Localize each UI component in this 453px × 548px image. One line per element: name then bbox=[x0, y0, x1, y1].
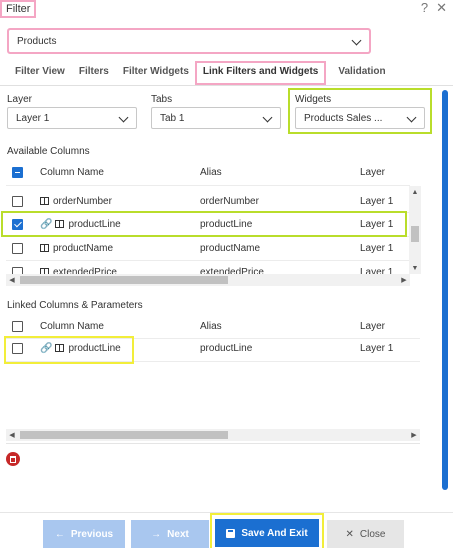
vertical-scrollbar[interactable]: ▲ ▼ bbox=[409, 186, 421, 274]
layer-header: Layer bbox=[360, 166, 386, 178]
tab-link-filters-and-widgets[interactable]: Link Filters and Widgets bbox=[194, 61, 327, 85]
alias-header: Alias bbox=[200, 166, 222, 178]
column-icon bbox=[40, 197, 49, 205]
chevron-down-icon bbox=[119, 114, 128, 123]
scroll-thumb[interactable] bbox=[20, 276, 228, 284]
tabs-select[interactable]: Tab 1 bbox=[151, 107, 281, 129]
column-layer: Layer 1 bbox=[360, 242, 394, 254]
linked-columns-grid: Column Name Alias Layer 🔗 productLine pro… bbox=[6, 314, 420, 444]
layer-header: Layer bbox=[360, 320, 386, 332]
filter-select[interactable]: Products bbox=[7, 28, 371, 54]
window-title: Filter bbox=[0, 0, 37, 18]
arrow-right-icon: → bbox=[151, 528, 162, 540]
horizontal-scrollbar[interactable]: ◀ ▶ bbox=[6, 429, 420, 441]
layer-select-value: Layer 1 bbox=[16, 112, 50, 124]
tabs-divider bbox=[0, 85, 453, 86]
close-button[interactable]: ✕ Close bbox=[327, 520, 404, 548]
widgets-select[interactable]: Products Sales ... bbox=[295, 107, 425, 129]
close-icon: ✕ bbox=[345, 528, 354, 540]
horizontal-scrollbar[interactable]: ◀ ▶ bbox=[6, 274, 410, 286]
linked-grid-border bbox=[6, 443, 420, 444]
column-layer: Layer 1 bbox=[360, 342, 394, 354]
available-columns-title: Available Columns bbox=[7, 146, 90, 157]
arrow-left-icon: ← bbox=[54, 528, 65, 540]
column-name-header: Column Name bbox=[40, 320, 104, 332]
column-name-header: Column Name bbox=[40, 166, 104, 178]
scroll-down-icon[interactable]: ▼ bbox=[409, 262, 421, 274]
widgets-label: Widgets bbox=[295, 94, 332, 105]
layer-label: Layer bbox=[7, 94, 33, 105]
close-label: Close bbox=[359, 528, 386, 540]
scroll-right-icon[interactable]: ▶ bbox=[408, 429, 420, 441]
chevron-down-icon bbox=[263, 114, 272, 123]
chevron-down-icon bbox=[352, 37, 361, 46]
scroll-left-icon[interactable]: ◀ bbox=[6, 429, 18, 441]
tab-validation[interactable]: Validation bbox=[331, 62, 392, 84]
tab-filter-widgets[interactable]: Filter Widgets bbox=[116, 62, 196, 84]
column-layer: Layer 1 bbox=[360, 195, 394, 207]
alias-header: Alias bbox=[200, 320, 222, 332]
previous-label: Previous bbox=[70, 528, 114, 540]
scroll-thumb[interactable] bbox=[20, 431, 228, 439]
scroll-up-icon[interactable]: ▲ bbox=[409, 186, 421, 198]
scroll-thumb[interactable] bbox=[411, 226, 419, 242]
close-icon[interactable]: ✕ bbox=[436, 0, 447, 16]
table-row[interactable]: orderNumber orderNumber Layer 1 bbox=[6, 189, 410, 213]
row-checkbox[interactable] bbox=[12, 242, 23, 254]
selected-row-highlight bbox=[1, 211, 407, 237]
column-alias: productLine bbox=[200, 342, 253, 354]
delete-icon[interactable] bbox=[6, 452, 20, 466]
save-and-exit-button[interactable]: Save And Exit bbox=[215, 519, 319, 547]
next-button[interactable]: → Next bbox=[131, 520, 209, 548]
next-label: Next bbox=[167, 528, 189, 540]
row-checkbox[interactable] bbox=[12, 195, 23, 207]
table-row[interactable]: productName productName Layer 1 bbox=[6, 236, 410, 260]
available-header-row: Column Name Alias Layer bbox=[6, 160, 410, 184]
column-name: orderNumber bbox=[53, 195, 112, 207]
chevron-down-icon bbox=[407, 114, 416, 123]
column-name: productName bbox=[53, 242, 114, 254]
previous-button[interactable]: ← Previous bbox=[43, 520, 125, 548]
column-icon bbox=[40, 244, 49, 252]
filter-select-value: Products bbox=[17, 35, 57, 47]
footer: ← Previous → Next Save And Exit ✕ Close bbox=[0, 512, 453, 548]
tab-filter-view[interactable]: Filter View bbox=[8, 62, 72, 84]
tab-bar: Filter View Filters Filter Widgets Link … bbox=[0, 61, 453, 85]
layer-select[interactable]: Layer 1 bbox=[7, 107, 137, 129]
help-icon[interactable]: ? bbox=[421, 0, 428, 16]
widgets-select-value: Products Sales ... bbox=[304, 112, 383, 124]
scroll-right-icon[interactable]: ▶ bbox=[398, 274, 410, 286]
save-label: Save And Exit bbox=[241, 527, 308, 539]
linked-row-highlight bbox=[4, 336, 134, 364]
panel-scroll-thumb[interactable] bbox=[442, 90, 448, 490]
select-all-checkbox[interactable] bbox=[12, 320, 23, 332]
tab-filters[interactable]: Filters bbox=[72, 62, 116, 84]
save-icon bbox=[226, 528, 236, 538]
tabs-select-value: Tab 1 bbox=[160, 112, 185, 124]
scroll-left-icon[interactable]: ◀ bbox=[6, 274, 18, 286]
linked-header-row: Column Name Alias Layer bbox=[6, 314, 420, 338]
column-alias: productName bbox=[200, 242, 261, 254]
linked-columns-title: Linked Columns & Parameters bbox=[7, 300, 143, 311]
column-alias: orderNumber bbox=[200, 195, 259, 207]
window-controls: ? ✕ bbox=[421, 0, 447, 16]
select-all-checkbox[interactable] bbox=[12, 166, 23, 178]
tabs-label: Tabs bbox=[151, 94, 173, 105]
